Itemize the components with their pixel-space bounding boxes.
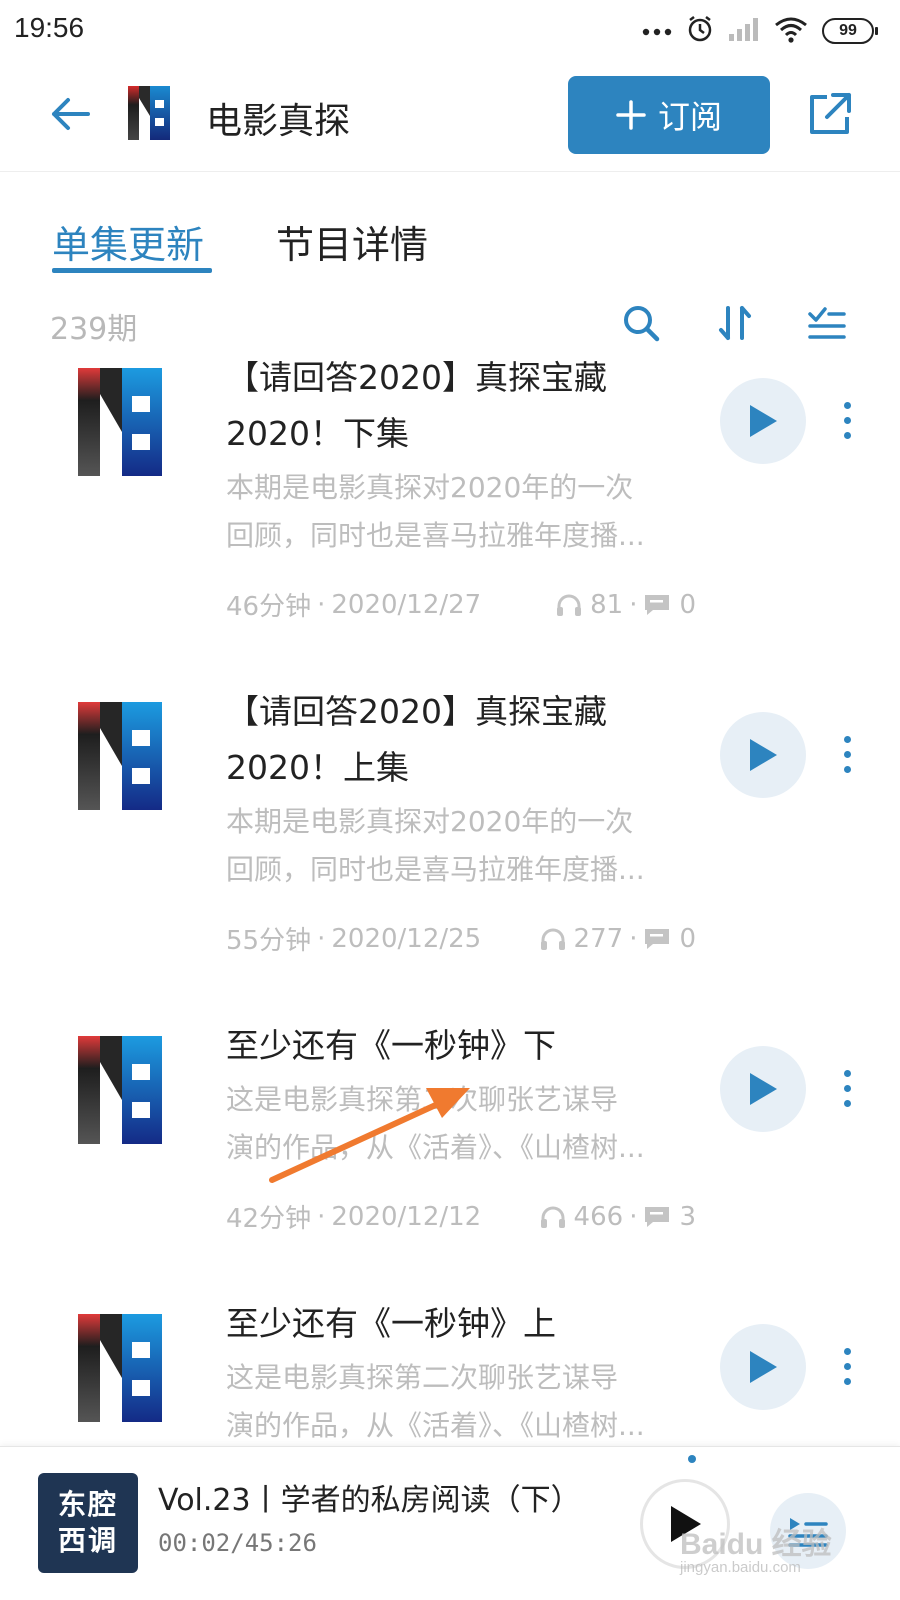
episode-item[interactable]: 【请回答2020】真探宝藏 2020！上集 本期是电影真探对2020年的一次 回… — [0, 690, 900, 1000]
episode-more-button[interactable] — [832, 1058, 862, 1118]
search-button[interactable] — [618, 300, 664, 346]
episode-item[interactable]: 至少还有《一秒钟》上 这是电影真探第二次聊张艺谋导 演的作品，从《活着》、《山楂… — [0, 1302, 900, 1446]
play-icon — [750, 1073, 777, 1105]
episode-description: 本期是电影真探对2020年的一次 回顾，同时也是喜马拉雅年度播... — [226, 471, 645, 552]
episode-item[interactable]: 【请回答2020】真探宝藏 2020！下集 本期是电影真探对2020年的一次 回… — [0, 356, 900, 666]
episode-description: 这是电影真探第二次聊张艺谋导 演的作品，从《活着》、《山楂树... — [226, 1083, 645, 1164]
play-icon — [750, 1351, 777, 1383]
list-toolbar: 239期 — [0, 290, 900, 356]
episode-meta: 46分钟 · 2020/12/27 81 · 0 — [226, 586, 696, 623]
episode-date: 2020/12/25 — [331, 923, 482, 954]
share-button[interactable] — [804, 88, 856, 140]
player-progress-indicator — [688, 1455, 696, 1463]
podcast-logo — [128, 86, 170, 140]
alarm-icon — [686, 15, 714, 47]
sort-button[interactable] — [712, 300, 758, 346]
tab-bar: 单集更新 节目详情 — [0, 172, 900, 282]
app-title: 电影真探 — [206, 101, 351, 142]
active-tab-indicator — [52, 268, 212, 273]
more-dots-icon — [642, 22, 672, 41]
play-count: 466 — [573, 1201, 624, 1232]
play-icon — [750, 405, 777, 437]
battery-icon: 99 — [822, 18, 878, 44]
episode-meta: 42分钟 · 2020/12/12 466 · 3 — [226, 1198, 696, 1235]
player-track-title: Vol.23丨学者的私房阅读（下） — [158, 1483, 581, 1518]
episode-title: 至少还有《一秒钟》下 — [226, 1026, 556, 1065]
play-count: 81 — [590, 589, 624, 620]
episode-date: 2020/12/12 — [331, 1201, 482, 1232]
episode-play-button[interactable] — [720, 378, 806, 464]
episode-cover — [78, 1314, 162, 1422]
comment-icon — [643, 1205, 671, 1229]
mini-player[interactable]: 东腔 西调 Vol.23丨学者的私房阅读（下） 00:02/45:26 Baid… — [0, 1446, 900, 1600]
comment-count: 3 — [679, 1201, 696, 1232]
headphones-icon — [540, 927, 566, 951]
headphones-icon — [556, 593, 582, 617]
episode-item[interactable]: 至少还有《一秒钟》下 这是电影真探第二次聊张艺谋导 演的作品，从《活着》、《山楂… — [0, 1024, 900, 1284]
watermark-url: jingyan.baidu.com — [680, 1559, 801, 1576]
episode-play-button[interactable] — [720, 712, 806, 798]
episode-cover — [78, 368, 162, 476]
episode-title: 至少还有《一秒钟》上 — [226, 1304, 556, 1343]
status-icons: 99 — [642, 14, 878, 48]
back-arrow-icon — [52, 98, 90, 130]
episode-list: 【请回答2020】真探宝藏 2020！下集 本期是电影真探对2020年的一次 回… — [0, 356, 900, 1446]
sort-icon — [719, 306, 751, 340]
episode-more-button[interactable] — [832, 390, 862, 450]
comment-icon — [643, 593, 671, 617]
episode-title: 【请回答2020】真探宝藏 2020！下集 — [226, 358, 607, 453]
player-time: 00:02/45:26 — [158, 1529, 317, 1557]
episode-play-button[interactable] — [720, 1046, 806, 1132]
comment-icon — [643, 927, 671, 951]
subscribe-button[interactable]: 订阅 — [568, 76, 770, 154]
watermark-logo: Baidu 经验 — [680, 1528, 832, 1561]
episode-duration: 42分钟 — [226, 1204, 312, 1234]
episode-meta: 55分钟 · 2020/12/25 277 · 0 — [226, 920, 696, 957]
status-time: 19:56 — [14, 12, 85, 43]
app-bar: 电影真探 订阅 — [0, 62, 900, 172]
episode-duration: 46分钟 — [226, 592, 312, 622]
episode-duration: 55分钟 — [226, 926, 312, 956]
back-button[interactable] — [44, 88, 96, 140]
tab-episodes[interactable]: 单集更新 — [52, 214, 204, 269]
episode-description: 本期是电影真探对2020年的一次 回顾，同时也是喜马拉雅年度播... — [226, 805, 645, 886]
comment-count: 0 — [679, 589, 696, 620]
multi-select-button[interactable] — [804, 300, 850, 346]
headphones-icon — [540, 1205, 566, 1229]
comment-count: 0 — [679, 923, 696, 954]
episode-description: 这是电影真探第二次聊张艺谋导 演的作品，从《活着》、《山楂树... — [226, 1361, 645, 1442]
status-bar: 19:56 99 — [0, 0, 900, 62]
multi-select-icon — [808, 307, 846, 339]
episode-title: 【请回答2020】真探宝藏 2020！上集 — [226, 692, 607, 787]
plus-icon — [616, 100, 646, 130]
episode-cover — [78, 1036, 162, 1144]
tab-program-details[interactable]: 节目详情 — [276, 214, 428, 269]
episode-cover — [78, 702, 162, 810]
play-count: 277 — [573, 923, 624, 954]
episode-count: 239期 — [50, 312, 138, 347]
episode-play-button[interactable] — [720, 1324, 806, 1410]
subscribe-label: 订阅 — [657, 98, 722, 136]
share-icon — [810, 93, 851, 134]
episode-date: 2020/12/27 — [331, 589, 482, 620]
player-cover-art[interactable]: 东腔 西调 — [38, 1473, 138, 1573]
signal-icon — [728, 16, 760, 46]
episode-more-button[interactable] — [832, 1336, 862, 1396]
search-icon — [624, 306, 660, 342]
wifi-icon — [774, 15, 808, 47]
play-icon — [750, 739, 777, 771]
episode-more-button[interactable] — [832, 724, 862, 784]
